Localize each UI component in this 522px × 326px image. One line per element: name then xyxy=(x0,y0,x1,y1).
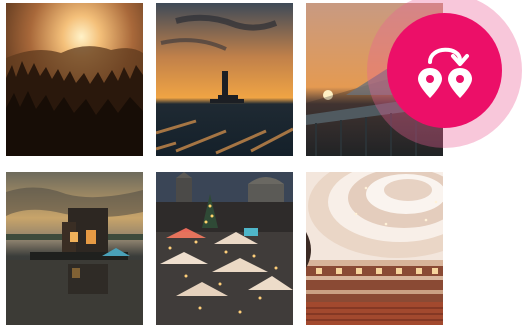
photo-tile-sunrise-forest[interactable] xyxy=(6,3,143,156)
christmas-market-image xyxy=(156,172,293,325)
photo-tile-floating-house[interactable] xyxy=(6,172,143,325)
lighthouse-sunset-image xyxy=(156,3,293,156)
sunrise-forest-image xyxy=(6,3,143,156)
photo-tile-concert-hall[interactable] xyxy=(306,172,443,325)
route-badge-button[interactable] xyxy=(387,13,502,128)
route-pins-icon xyxy=(417,47,472,98)
photo-tile-christmas-market[interactable] xyxy=(156,172,293,325)
concert-hall-image xyxy=(306,172,443,325)
photo-tile-lighthouse-sunset[interactable] xyxy=(156,3,293,156)
floating-house-image xyxy=(6,172,143,325)
